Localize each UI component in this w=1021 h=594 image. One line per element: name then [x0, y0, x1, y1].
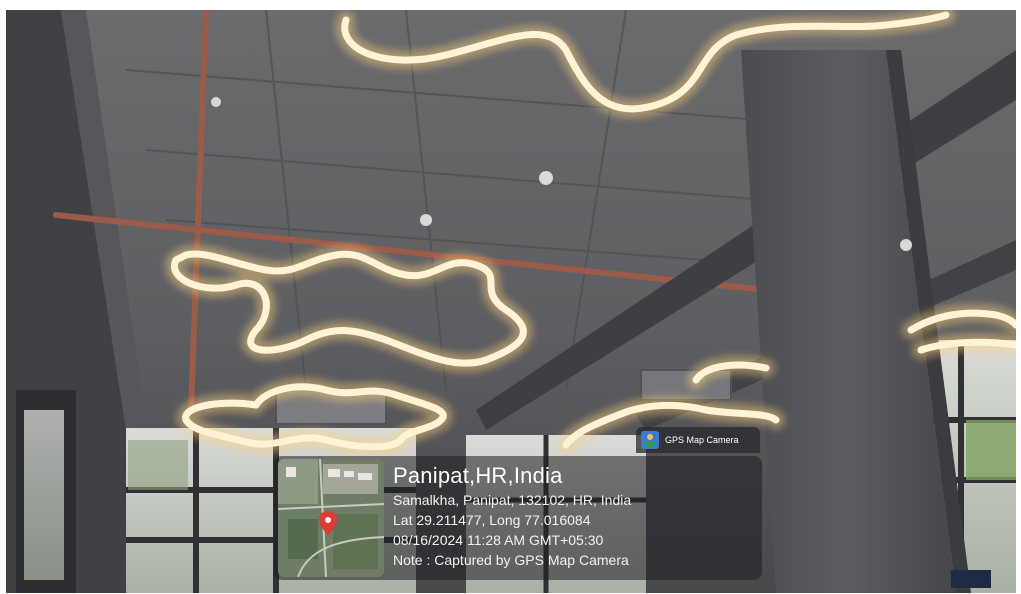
gps-watermark-card: Panipat,HR,India Samalkha, Panipat, 1321…	[274, 456, 762, 580]
location-info: Panipat,HR,India Samalkha, Panipat, 1321…	[393, 456, 754, 570]
address-line: Samalkha, Panipat, 132102, HR, India	[393, 492, 632, 508]
location-title: Panipat,HR,India	[393, 463, 563, 488]
datetime-line: 08/16/2024 11:28 AM GMT+05:30	[393, 532, 604, 548]
coordinates-line: Lat 29.211477, Long 77.016084	[393, 512, 591, 528]
satellite-map-thumbnail	[278, 459, 384, 577]
gps-map-camera-icon	[641, 431, 659, 449]
badge-label: GPS Map Camera	[665, 435, 739, 445]
note-line: Note : Captured by GPS Map Camera	[393, 552, 629, 568]
gps-map-camera-badge: GPS Map Camera	[636, 427, 760, 453]
map-image	[278, 459, 384, 577]
photo-scene: GPS Map Camera Panipat,HR,India Samalkha…	[0, 0, 1021, 594]
